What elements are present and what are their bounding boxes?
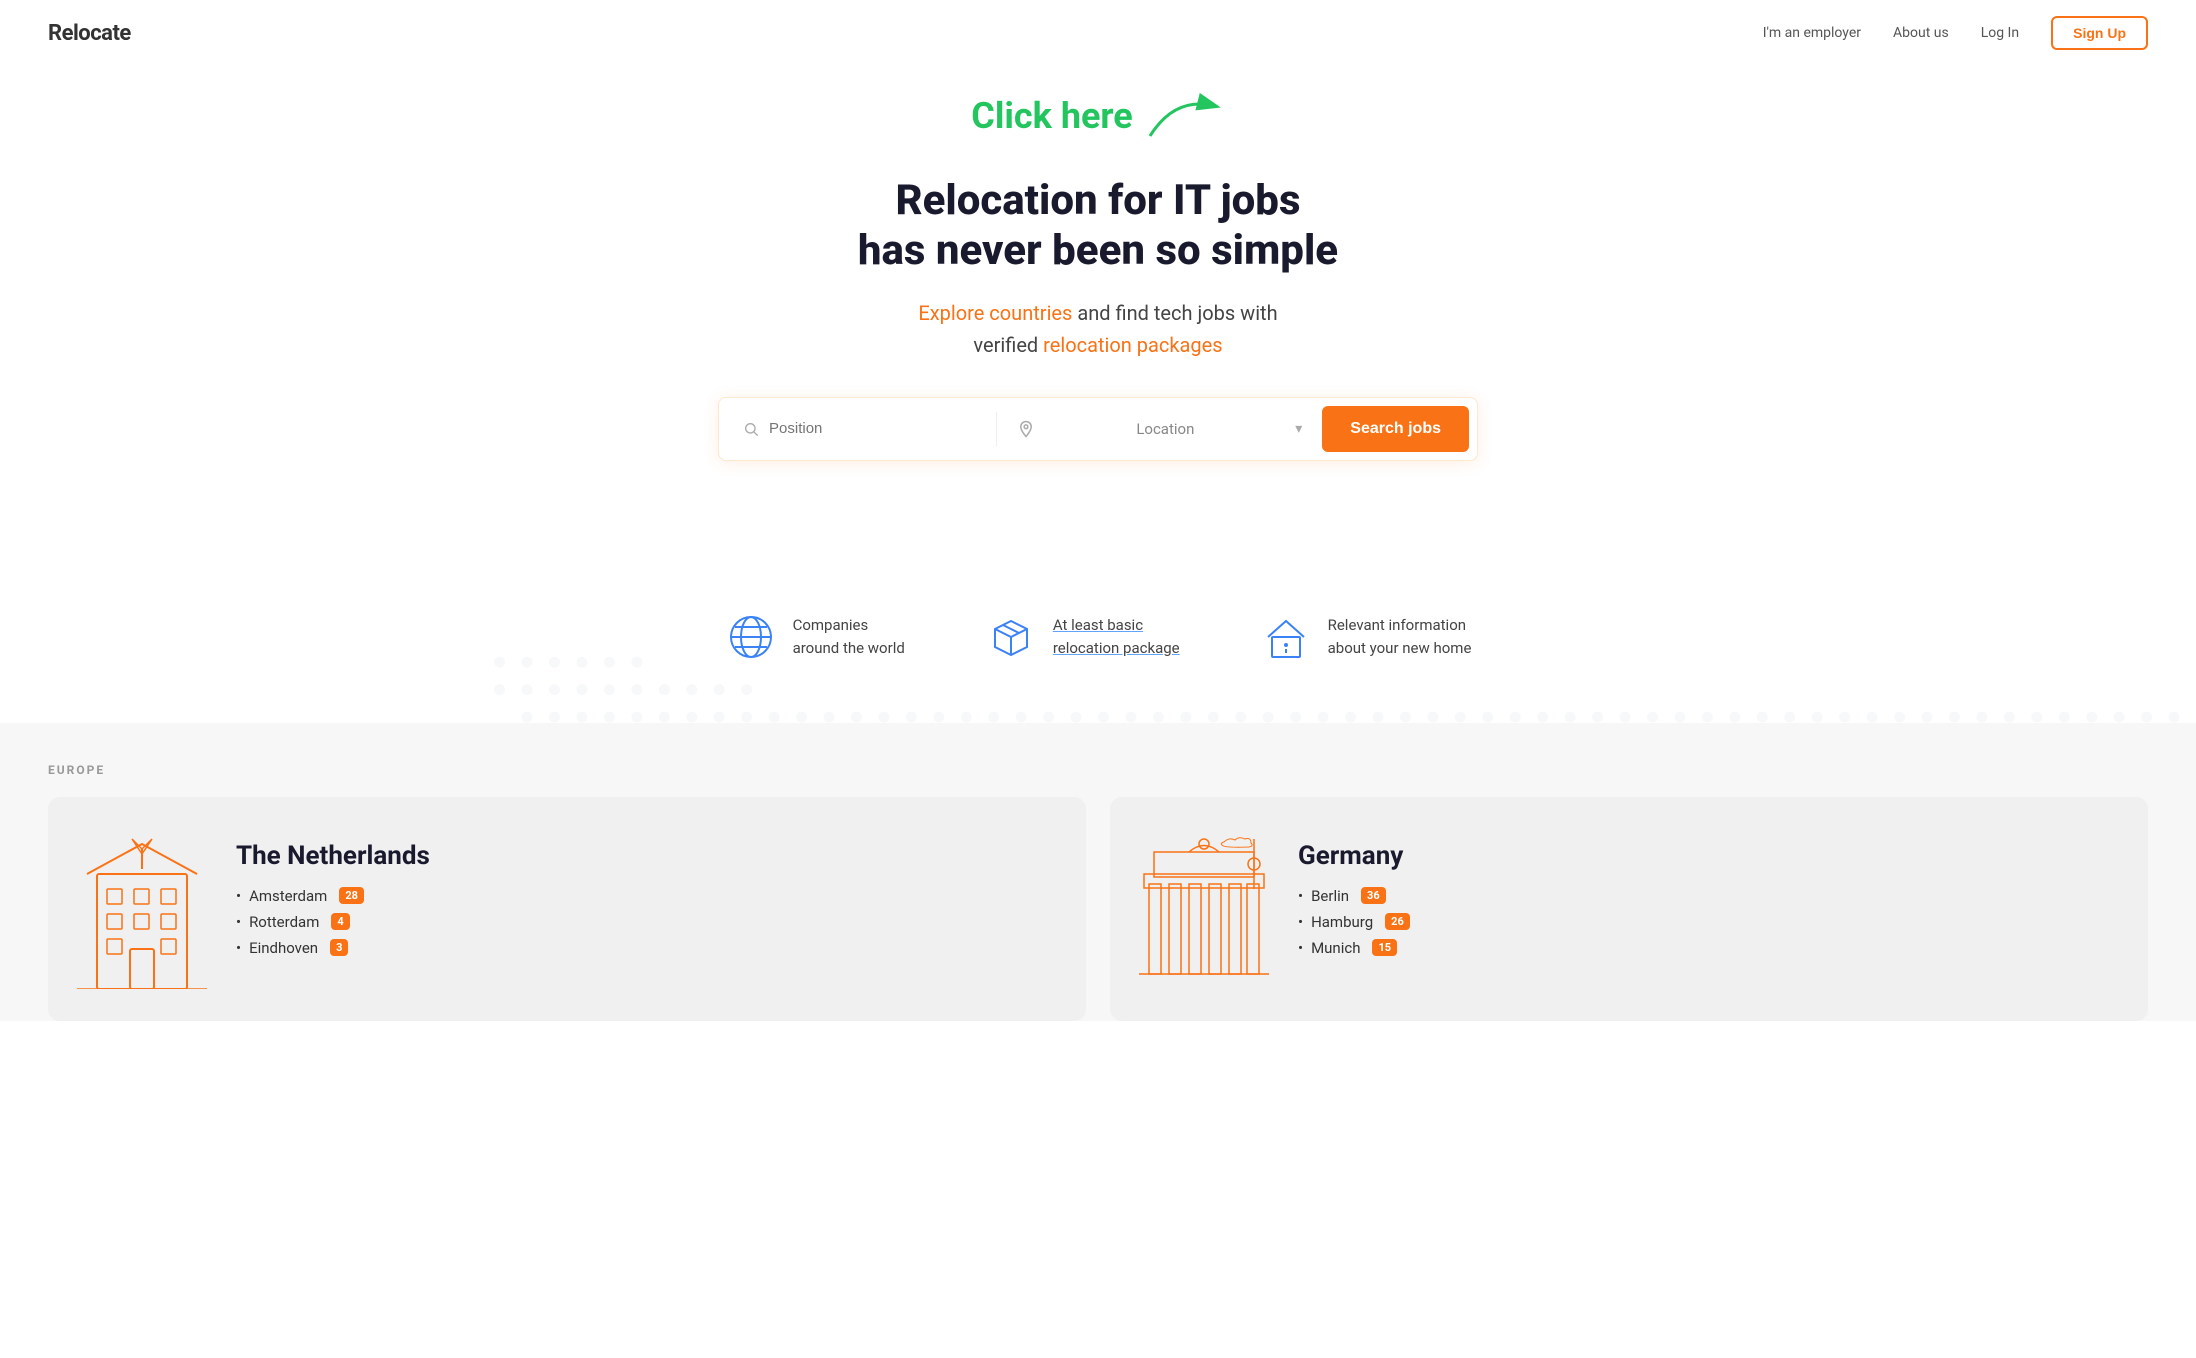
hero-section: Click here Relocation for IT jobs has ne… [0,66,2196,723]
netherlands-name: The Netherlands [236,841,1054,871]
signup-button[interactable]: Sign Up [2051,16,2148,50]
feature-global: Companies around the world [725,611,905,663]
germany-cities: Berlin 36 Hamburg 26 Munich 15 [1298,887,2116,957]
country-cards-grid: The Netherlands Amsterdam 28 Rotterdam 4… [48,797,2148,1021]
hero-subtitle: Explore countries and find tech jobs wit… [48,297,2148,361]
rotterdam-badge: 4 [331,913,349,930]
navbar: Relocate I'm an employer About us Log In… [0,0,2196,66]
login-link[interactable]: Log In [1981,25,2019,41]
click-here-annotation: Click here [48,86,2148,146]
country-card-netherlands[interactable]: The Netherlands Amsterdam 28 Rotterdam 4… [48,797,1086,1021]
hero-content: Click here Relocation for IT jobs has ne… [0,66,2196,581]
city-rotterdam: Rotterdam 4 [236,913,1054,931]
netherlands-illustration [72,829,212,989]
city-amsterdam: Amsterdam 28 [236,887,1054,905]
location-icon [1017,420,1035,438]
feature-info-text: Relevant information about your new home [1328,614,1472,659]
netherlands-cities: Amsterdam 28 Rotterdam 4 Eindhoven 3 [236,887,1054,957]
features-section: Companies around the world At least basi… [0,581,2196,723]
feature-package: At least basic relocation package [985,611,1180,663]
chevron-down-icon: ▾ [1295,421,1302,437]
position-input-wrapper[interactable] [727,412,997,446]
click-here-text: Click here [971,95,1132,137]
city-munich: Munich 15 [1298,939,2116,957]
germany-info: Germany Berlin 36 Hamburg 26 Munich 15 [1298,829,2116,957]
box-icon [985,611,1037,663]
hero-title: Relocation for IT jobs has never been so… [48,176,2148,277]
feature-info: Relevant information about your new home [1260,611,1472,663]
location-dropdown[interactable]: Location ▾ [1001,412,1318,446]
country-card-germany[interactable]: Germany Berlin 36 Hamburg 26 Munich 15 [1110,797,2148,1021]
search-bar: Location ▾ Search jobs [718,397,1478,461]
city-berlin: Berlin 36 [1298,887,2116,905]
arrow-icon [1145,86,1225,146]
germany-illustration [1134,829,1274,989]
city-hamburg: Hamburg 26 [1298,913,2116,931]
city-eindhoven: Eindhoven 3 [236,939,1054,957]
section-label-europe: EUROPE [48,763,2148,777]
search-jobs-button[interactable]: Search jobs [1322,406,1469,452]
hamburg-badge: 26 [1385,913,1410,930]
nav-links: I'm an employer About us Log In Sign Up [1763,16,2148,50]
amsterdam-badge: 28 [339,887,364,904]
netherlands-info: The Netherlands Amsterdam 28 Rotterdam 4… [236,829,1054,957]
germany-name: Germany [1298,841,2116,871]
europe-section: EUROPE [0,723,2196,1021]
munich-badge: 15 [1372,939,1397,956]
eindhoven-badge: 3 [330,939,348,956]
berlin-badge: 36 [1361,887,1386,904]
globe-icon [725,611,777,663]
search-icon [743,420,759,438]
feature-global-text: Companies around the world [793,614,905,659]
feature-package-text: At least basic relocation package [1053,614,1180,659]
home-info-icon [1260,611,1312,663]
position-input[interactable] [769,420,980,437]
site-logo[interactable]: Relocate [48,21,131,46]
employer-link[interactable]: I'm an employer [1763,25,1861,41]
about-link[interactable]: About us [1893,25,1949,41]
location-text: Location [1045,420,1285,438]
